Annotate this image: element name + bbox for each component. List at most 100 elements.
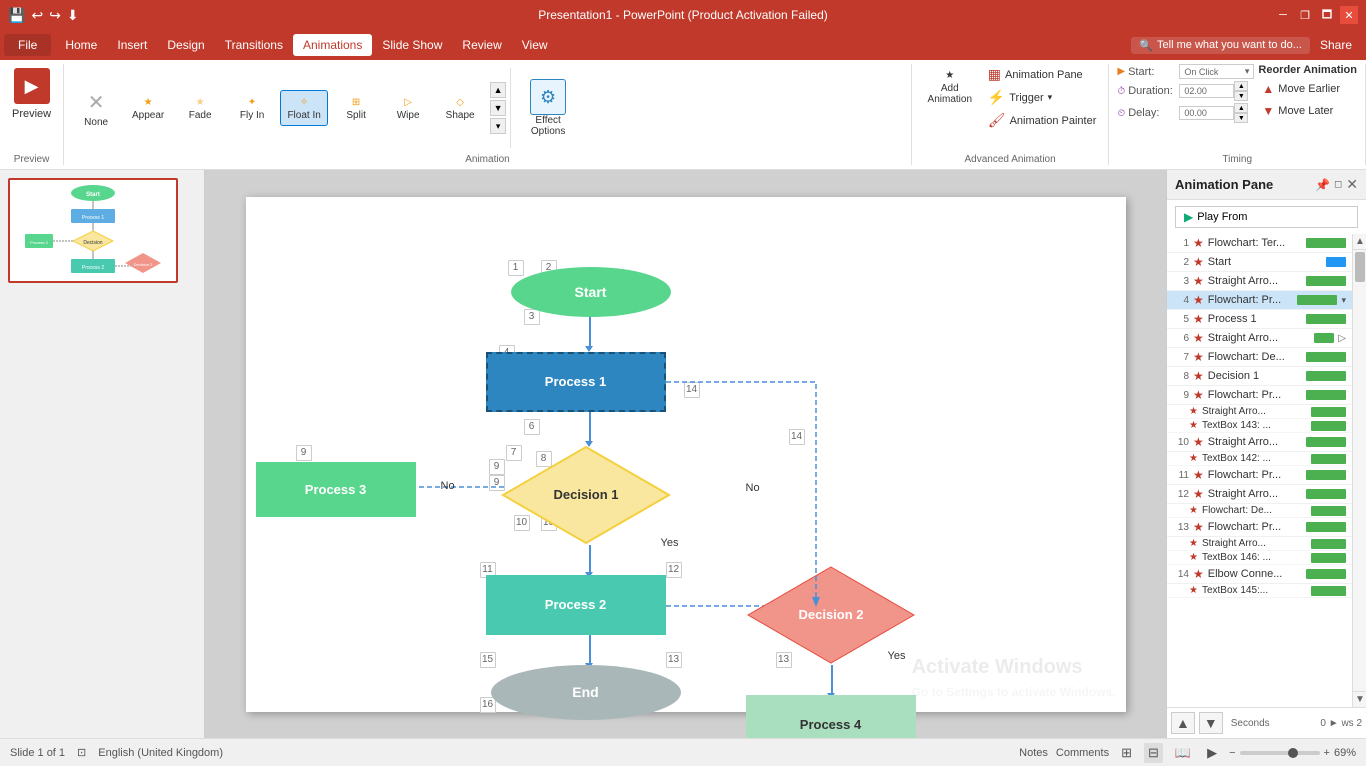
scroll-up-arrow[interactable]: ▲ xyxy=(1353,234,1366,250)
slide-thumbnail-1[interactable]: 1 ★ Start Process 1 Decision xyxy=(8,178,196,283)
anim-star-8: ★ xyxy=(1193,369,1204,383)
maximize-button[interactable]: 🗖 xyxy=(1318,6,1336,24)
menu-slideshow[interactable]: Slide Show xyxy=(372,34,452,56)
nav-down-arrow[interactable]: ▼ xyxy=(1199,712,1223,734)
scroll-more-button[interactable]: ▾ xyxy=(490,118,506,134)
process2-shape[interactable]: Process 2 xyxy=(486,575,666,635)
anim-star-13b: ★ xyxy=(1189,552,1198,563)
anim-wipe[interactable]: ▷ Wipe xyxy=(384,91,432,125)
share-button[interactable]: Share xyxy=(1310,34,1362,56)
animation-pane-pin-icon[interactable]: 📌 xyxy=(1315,178,1330,192)
save-icon[interactable]: 💾 xyxy=(8,7,25,24)
menu-home[interactable]: Home xyxy=(55,34,107,56)
customize-icon[interactable]: ⬇ xyxy=(67,7,79,24)
scroll-thumb[interactable] xyxy=(1355,252,1365,282)
process3-shape[interactable]: Process 3 xyxy=(256,462,416,517)
anim-item-12[interactable]: 12 ★ Straight Arro... xyxy=(1167,485,1352,504)
minimize-button[interactable]: ─ xyxy=(1274,6,1292,24)
duration-input[interactable]: 02.00 xyxy=(1179,84,1234,98)
move-earlier-button[interactable]: ▲ Move Earlier xyxy=(1258,80,1357,98)
scroll-up-button[interactable]: ▲ xyxy=(490,82,506,98)
fit-slide-icon[interactable]: ⊡ xyxy=(77,746,86,759)
animation-pane-close-button[interactable]: ✕ xyxy=(1346,176,1358,193)
anim-item-8[interactable]: 8 ★ Decision 1 xyxy=(1167,367,1352,386)
anim-item-10a[interactable]: ★ TextBox 142: ... xyxy=(1167,452,1352,466)
anim-none[interactable]: ✕ None xyxy=(72,84,120,132)
comments-button[interactable]: Comments xyxy=(1056,747,1109,759)
zoom-in-icon[interactable]: + xyxy=(1324,747,1330,759)
anim-item-13a[interactable]: ★ Straight Arro... xyxy=(1167,537,1352,551)
anim-item-7[interactable]: 7 ★ Flowchart: De... xyxy=(1167,348,1352,367)
zoom-thumb[interactable] xyxy=(1288,748,1298,758)
notes-button[interactable]: Notes xyxy=(1019,747,1048,759)
anim-item-14a[interactable]: ★ TextBox 145:... xyxy=(1167,584,1352,598)
anim-split[interactable]: ⊞ Split xyxy=(332,91,380,125)
menu-file[interactable]: File xyxy=(4,34,51,56)
reading-view-button[interactable]: 📖 xyxy=(1171,743,1195,763)
anim-fade[interactable]: ★ Fade xyxy=(176,91,224,125)
delay-input[interactable]: 00.00 xyxy=(1179,106,1234,120)
nav-up-arrow[interactable]: ▲ xyxy=(1171,712,1195,734)
zoom-out-icon[interactable]: − xyxy=(1229,747,1235,759)
anim-item-4[interactable]: 4 ★ Flowchart: Pr... ▾ xyxy=(1167,291,1352,310)
process4-shape[interactable]: Process 4 xyxy=(746,695,916,739)
start-shape[interactable]: Start xyxy=(511,267,671,317)
slide-sorter-button[interactable]: ⊟ xyxy=(1144,743,1163,763)
slideshow-view-button[interactable]: ▶ xyxy=(1203,743,1221,763)
scroll-down-button[interactable]: ▼ xyxy=(490,100,506,116)
anim-item-12a[interactable]: ★ Flowchart: De... xyxy=(1167,504,1352,518)
animation-pane-button[interactable]: ▦ Animation Pane xyxy=(984,64,1101,85)
anim-item-13b[interactable]: ★ TextBox 146: ... xyxy=(1167,551,1352,565)
delay-down[interactable]: ▼ xyxy=(1234,113,1248,123)
start-dropdown[interactable]: On Click ▾ xyxy=(1179,64,1254,79)
close-button[interactable]: ✕ xyxy=(1340,6,1358,24)
menu-review[interactable]: Review xyxy=(452,34,511,56)
trigger-button[interactable]: ⚡ Trigger ▾ xyxy=(984,87,1101,108)
anim-appear[interactable]: ★ Appear xyxy=(124,91,172,125)
menu-insert[interactable]: Insert xyxy=(107,34,157,56)
menu-design[interactable]: Design xyxy=(157,34,214,56)
process1-shape[interactable]: Process 1 xyxy=(486,352,666,412)
menu-animations[interactable]: Animations xyxy=(293,34,372,56)
undo-icon[interactable]: ↩ xyxy=(31,7,43,24)
anim-dropdown-4[interactable]: ▾ xyxy=(1341,295,1346,306)
animation-painter-button[interactable]: 🖌 Animation Painter xyxy=(984,110,1101,131)
anim-item-10[interactable]: 10 ★ Straight Arro... xyxy=(1167,433,1352,452)
anim-item-5[interactable]: 5 ★ Process 1 xyxy=(1167,310,1352,329)
anim-floatin[interactable]: ✧ Float In xyxy=(280,90,328,126)
anim-shape[interactable]: ◇ Shape xyxy=(436,91,484,125)
add-animation-button[interactable]: ★ Add Animation xyxy=(920,64,980,109)
normal-view-button[interactable]: ⊞ xyxy=(1117,743,1136,763)
anim-item-3[interactable]: 3 ★ Straight Arro... xyxy=(1167,272,1352,291)
anim-flyin[interactable]: ✦ Fly In xyxy=(228,91,276,125)
anim-item-14[interactable]: 14 ★ Elbow Conne... xyxy=(1167,565,1352,584)
move-later-button[interactable]: ▼ Move Later xyxy=(1258,102,1357,120)
anim-item-11[interactable]: 11 ★ Flowchart: Pr... xyxy=(1167,466,1352,485)
fade-icon: ★ xyxy=(196,97,205,108)
anim-item-9b[interactable]: ★ TextBox 143: ... xyxy=(1167,419,1352,433)
scroll-down-arrow[interactable]: ▼ xyxy=(1353,691,1366,707)
duration-up[interactable]: ▲ xyxy=(1234,81,1248,91)
advanced-animation-group-label: Advanced Animation xyxy=(920,152,1101,165)
end-shape[interactable]: End xyxy=(491,665,681,720)
zoom-slider[interactable] xyxy=(1240,751,1320,755)
menu-view[interactable]: View xyxy=(512,34,558,56)
play-from-button[interactable]: ▶ Play From xyxy=(1175,206,1358,228)
menu-transitions[interactable]: Transitions xyxy=(215,34,293,56)
move-later-label: Move Later xyxy=(1278,105,1333,117)
decision1-shape[interactable]: Decision 1 xyxy=(501,445,671,545)
preview-button[interactable]: ▶ Preview xyxy=(8,64,55,124)
anim-item-6[interactable]: 6 ★ Straight Arro... ▷ xyxy=(1167,329,1352,348)
anim-item-13[interactable]: 13 ★ Flowchart: Pr... xyxy=(1167,518,1352,537)
search-box[interactable]: 🔍 Tell me what you want to do... xyxy=(1131,37,1310,54)
anim-item-1[interactable]: 1 ★ Flowchart: Ter... xyxy=(1167,234,1352,253)
anim-item-2[interactable]: 2 ★ Start xyxy=(1167,253,1352,272)
anim-item-9[interactable]: 9 ★ Flowchart: Pr... xyxy=(1167,386,1352,405)
effect-options-button[interactable]: ⚙ EffectOptions xyxy=(515,75,581,141)
animation-pane-expand-icon[interactable]: ◻ xyxy=(1334,179,1342,190)
anim-item-9a[interactable]: ★ Straight Arro... xyxy=(1167,405,1352,419)
restore-button[interactable]: ❐ xyxy=(1296,6,1314,24)
delay-up[interactable]: ▲ xyxy=(1234,103,1248,113)
duration-down[interactable]: ▼ xyxy=(1234,91,1248,101)
redo-icon[interactable]: ↪ xyxy=(49,7,61,24)
